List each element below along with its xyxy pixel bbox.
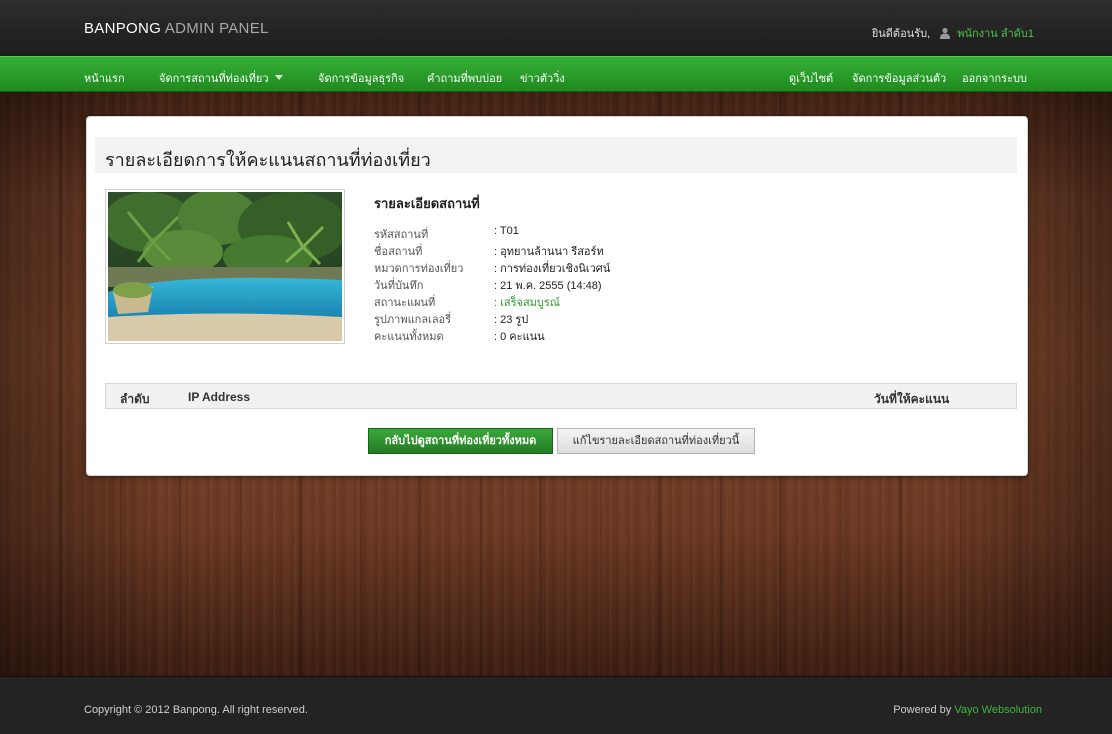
brand-main: BANPONG — [84, 20, 162, 37]
detail-label: ชื่อสถานที่ — [374, 246, 423, 258]
powered-by-label: Powered by — [893, 704, 952, 716]
column-ip: IP Address — [188, 390, 251, 404]
top-bar: BANPONG ADMIN PANEL ยินดีต้อนรับ, พนักงา… — [0, 0, 1112, 56]
detail-value-gallery: : 23 รูป — [494, 314, 529, 326]
detail-label: รหัสสถานที่ — [374, 229, 429, 241]
content-panel: รายละเอียดการให้คะแนนสถานที่ท่องเที่ยว ร… — [86, 116, 1028, 476]
nav-ticker-news[interactable]: ข่าวตัววิ่ง — [520, 69, 565, 87]
nav-manage-business[interactable]: จัดการข้อมูลธุรกิจ — [318, 69, 404, 87]
detail-value-date: : 21 พ.ค. 2555 (14:48) — [494, 280, 602, 292]
detail-label: หมวดการท่องเที่ยว — [374, 263, 464, 275]
detail-value-name: : อุทยานล้านนา รีสอร์ท — [494, 246, 604, 258]
column-order: ลำดับ — [120, 392, 150, 406]
detail-label: รูปภาพแกลเลอรี่ — [374, 314, 452, 326]
brand-sub: ADMIN PANEL — [164, 20, 269, 37]
brand-logo[interactable]: BANPONG ADMIN PANEL — [84, 20, 269, 37]
back-to-places-button[interactable]: กลับไปดูสถานที่ท่องเที่ยวทั้งหมด — [368, 428, 553, 454]
nav-profile[interactable]: จัดการข้อมูลส่วนตัว — [852, 69, 946, 87]
detail-label: สถานะแผนที่ — [374, 297, 436, 309]
nav-view-site[interactable]: ดูเว็บไซต์ — [789, 69, 833, 87]
detail-label: วันที่บันทึก — [374, 280, 424, 292]
page-title: รายละเอียดการให้คะแนนสถานที่ท่องเที่ยว — [105, 150, 431, 170]
main-nav: หน้าแรก จัดการสถานที่ท่องเที่ยว จัดการข้… — [0, 56, 1112, 92]
nav-manage-places[interactable]: จัดการสถานที่ท่องเที่ยว — [159, 69, 283, 87]
place-photo — [105, 189, 345, 344]
user-name-link[interactable]: พนักงาน ลำดับ1 — [957, 28, 1034, 40]
nav-faq[interactable]: คำถามที่พบบ่อย — [427, 69, 502, 87]
footer: Copyright © 2012 Banpong. All right rese… — [0, 676, 1112, 734]
nav-manage-places-label: จัดการสถานที่ท่องเที่ยว — [159, 73, 269, 85]
detail-value-category: : การท่องเที่ยวเชิงนิเวศน์ — [494, 263, 611, 275]
detail-value-score: : 0 คะแนน — [494, 331, 545, 343]
nav-logout[interactable]: ออกจากระบบ — [962, 69, 1027, 87]
detail-heading: รายละเอียดสถานที่ — [374, 196, 480, 211]
detail-value-map-status: : เสร็จสมบูรณ์ — [494, 297, 560, 309]
copyright-text: Copyright © 2012 Banpong. All right rese… — [84, 704, 308, 716]
vayo-link[interactable]: Vayo Websolution — [954, 704, 1042, 716]
powered-by: Powered by Vayo Websolution — [893, 704, 1042, 716]
user-icon — [939, 27, 951, 39]
resort-pool-image — [108, 192, 342, 341]
welcome-area: ยินดีต้อนรับ, พนักงาน ลำดับ1 — [872, 24, 1034, 42]
welcome-text: ยินดีต้อนรับ, — [871, 28, 931, 40]
detail-value-code: : T01 — [494, 225, 519, 237]
edit-place-button[interactable]: แก้ไขรายละเอียดสถานที่ท่องเที่ยวนี้ — [557, 428, 755, 454]
rating-table-header: ลำดับ IP Address วันที่ให้คะแนน — [105, 383, 1017, 409]
column-date: วันที่ให้คะแนน — [874, 392, 950, 406]
chevron-down-icon — [274, 75, 283, 80]
nav-home[interactable]: หน้าแรก — [84, 69, 125, 87]
detail-label: คะแนนทั้งหมด — [374, 331, 444, 343]
